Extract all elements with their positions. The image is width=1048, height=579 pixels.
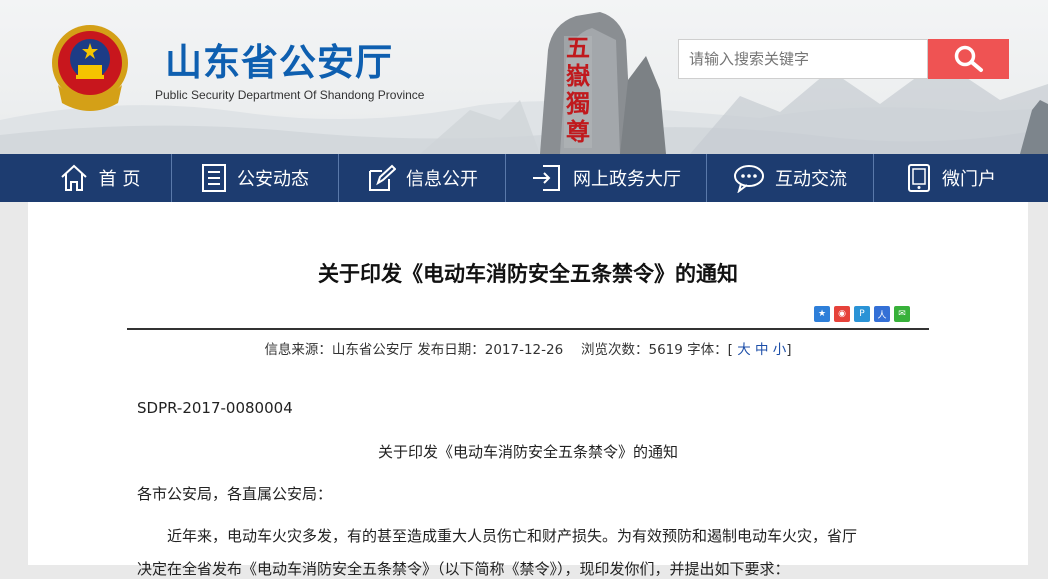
meta-bracket-close: ] (786, 342, 792, 358)
document-list-icon (201, 163, 227, 193)
site-title: 山东省公安厅 (165, 41, 393, 84)
paragraph-line: 决定在全省发布《电动车消防安全五条禁令》（以下简称《禁令》），现印发你们，并提出… (137, 560, 790, 578)
nav-item-police-news[interactable]: 公安动态 (172, 154, 339, 202)
edit-icon (366, 163, 396, 193)
nav-item-micro-portal[interactable]: 微门户 (874, 154, 1028, 202)
main-nav: 首 页 公安动态 信息公开 网上政务大厅 互动交流 微门户 (0, 154, 1048, 202)
site-header: 山东省公安厅 Public Security Department Of Sha… (0, 0, 1048, 154)
nav-label: 公安动态 (237, 169, 309, 190)
document-number: SDPR-2017-0080004 (137, 399, 293, 417)
paragraph-line: 近年来，电动车火灾多发，有的甚至造成重大人员伤亡和财产损失。为有效预防和遏制电动… (167, 527, 858, 545)
nav-item-info-disclosure[interactable]: 信息公开 (339, 154, 506, 202)
nav-item-home[interactable]: 首 页 (28, 154, 172, 202)
article-container: 关于印发《电动车消防安全五条禁令》的通知 ★ ◉ P 人 ✉ 信息来源：山东省公… (28, 202, 1028, 578)
font-size-medium-link[interactable]: 中 (755, 342, 769, 358)
nav-label: 信息公开 (406, 169, 478, 190)
search-field[interactable] (678, 39, 928, 79)
renren-share-icon[interactable]: 人 (874, 306, 890, 322)
wechat-share-icon[interactable]: ✉ (894, 306, 910, 322)
police-emblem-logo (48, 23, 132, 117)
meta-info: 信息来源：山东省公安厅 发布日期：2017-12-26 浏览次数：5619 字体… (264, 342, 733, 358)
search-input[interactable] (679, 40, 919, 78)
nav-label: 互动交流 (775, 169, 847, 190)
inner-title: 关于印发《电动车消防安全五条禁令》的通知 (377, 443, 678, 461)
rock-inscription: 五嶽獨尊 (566, 33, 590, 146)
article-title: 关于印发《电动车消防安全五条禁令》的通知 (318, 262, 738, 286)
article-meta: 信息来源：山东省公安厅 发布日期：2017-12-26 浏览次数：5619 字体… (28, 338, 1028, 358)
weibo-share-icon[interactable]: ◉ (834, 306, 850, 322)
search-button[interactable] (928, 39, 1009, 79)
nav-label: 网上政务大厅 (573, 169, 681, 190)
taishan-rock-image: 五嶽獨尊 (520, 10, 670, 154)
chat-icon (733, 163, 765, 193)
salutation: 各市公安局，各直属公安局： (137, 485, 333, 503)
site-subtitle: Public Security Department Of Shandong P… (155, 88, 425, 102)
nav-item-online-hall[interactable]: 网上政务大厅 (506, 154, 707, 202)
login-icon (531, 163, 563, 193)
tablet-icon (906, 163, 932, 193)
home-icon (59, 163, 89, 193)
tencent-weibo-share-icon[interactable]: P (854, 306, 870, 322)
font-size-small-link[interactable]: 小 (773, 342, 787, 358)
nav-label: 微门户 (942, 169, 996, 190)
title-divider (127, 328, 929, 330)
share-toolbar: ★ ◉ P 人 ✉ (814, 306, 910, 322)
nav-item-interaction[interactable]: 互动交流 (707, 154, 874, 202)
nav-label: 首 页 (98, 169, 141, 190)
qzone-share-icon[interactable]: ★ (814, 306, 830, 322)
search-icon (954, 45, 983, 72)
font-size-large-link[interactable]: 大 (737, 342, 751, 358)
